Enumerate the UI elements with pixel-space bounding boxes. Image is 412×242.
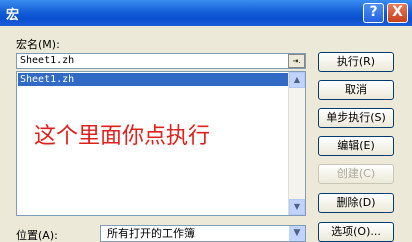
location-value: 所有打开的工作簿 — [107, 227, 195, 240]
scroll-up-icon[interactable]: ▲ — [289, 72, 305, 88]
macro-dialog: 宏 ? X 宏名(M): Sheet1.zh ⇥. Sheet1.zh ▲ ▼ … — [0, 0, 412, 242]
cancel-button[interactable]: 取消 — [318, 80, 394, 100]
macro-name-label: 宏名(M): — [16, 38, 60, 51]
help-button[interactable]: ? — [363, 3, 384, 23]
step-into-button[interactable]: 单步执行(S) — [318, 108, 394, 128]
annotation-text: 这个里面你点执行 — [34, 124, 211, 149]
title-bar[interactable]: 宏 ? X — [0, 0, 412, 26]
list-item[interactable]: Sheet1.zh — [18, 73, 288, 86]
run-button[interactable]: 执行(R) — [318, 52, 394, 72]
scroll-down-icon[interactable]: ▼ — [289, 199, 305, 215]
dialog-title: 宏 — [6, 8, 20, 23]
close-button[interactable]: X — [387, 3, 408, 23]
edit-button[interactable]: 编辑(E) — [318, 136, 394, 156]
delete-button[interactable]: 删除(D) — [318, 193, 394, 213]
chevron-down-icon[interactable]: ▼ — [289, 226, 305, 241]
options-button[interactable]: 选项(O)... — [318, 222, 394, 242]
browse-macro-icon[interactable]: ⇥. — [288, 54, 305, 68]
location-select[interactable]: 所有打开的工作簿 ▼ — [100, 225, 306, 242]
list-scrollbar[interactable]: ▲ ▼ — [288, 72, 305, 215]
location-label: 位置(A): — [16, 229, 58, 242]
create-button[interactable]: 创建(C) — [318, 164, 394, 184]
macro-name-input[interactable]: Sheet1.zh — [16, 53, 306, 69]
